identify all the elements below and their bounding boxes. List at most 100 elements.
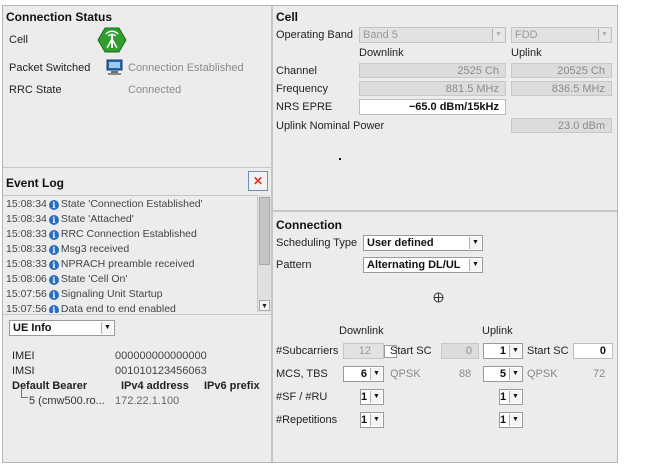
log-entry: 15:07:56 i Signaling Unit Startup (6, 288, 163, 300)
frequency-label: Frequency (276, 83, 328, 95)
antenna-tower-icon (97, 27, 127, 53)
chevron-down-icon: ▼ (598, 29, 610, 41)
operating-band-value: Band 5 (363, 29, 398, 41)
event-log-scrollbar[interactable]: ▼ (257, 195, 271, 312)
pattern-label: Pattern (276, 259, 312, 271)
imsi-value: 001010123456063 (115, 365, 207, 377)
duplex-mode-select[interactable]: FDD ▼ (511, 27, 612, 43)
cell-uplink-header: Uplink (511, 47, 542, 59)
cell-title: Cell (276, 10, 299, 24)
frequency-uplink-field: 836.5 MHz (511, 81, 612, 96)
channel-downlink-field: 2525 Ch (359, 63, 506, 78)
ue-info-select-value: UE Info (13, 322, 52, 334)
scheduling-type-label: Scheduling Type (276, 237, 358, 249)
channel-uplink-field: 20525 Ch (511, 63, 612, 78)
chevron-down-icon: ▼ (492, 29, 504, 41)
ipv6-prefix-header: IPv6 prefix (204, 380, 260, 392)
cursor-dot (339, 158, 341, 160)
channel-label: Channel (276, 65, 317, 77)
chevron-down-icon[interactable]: ▼ (509, 345, 521, 357)
imsi-label: IMSI (12, 365, 35, 377)
chevron-down-icon[interactable]: ▼ (370, 391, 382, 403)
operating-band-select[interactable]: Band 5 ▼ (359, 27, 506, 43)
close-button[interactable]: ✕ (248, 171, 268, 191)
log-entry: 15:08:34 i State 'Attached' (6, 213, 134, 225)
uplink-nominal-power-label: Uplink Nominal Power (276, 120, 385, 132)
chevron-down-icon[interactable]: ▼ (509, 391, 521, 403)
repetitions-uplink-spin[interactable]: 1 ▼ (499, 412, 523, 428)
log-entry: 15:08:33 i NPRACH preamble received (6, 258, 195, 270)
cell-label: Cell (9, 34, 28, 46)
start-sc-downlink-field: 0 (441, 343, 479, 359)
subcarriers-label: #Subcarriers (276, 345, 339, 357)
chevron-down-icon[interactable]: ▼ (370, 368, 382, 380)
ru-uplink-spin[interactable]: 1 ▼ (499, 389, 523, 405)
sf-ru-label: #SF / #RU (276, 391, 328, 403)
scheduling-type-select[interactable]: User defined ▼ (363, 235, 483, 251)
connection-uplink-header: Uplink (482, 325, 513, 337)
uplink-nominal-power-field: 23.0 dBm (511, 118, 612, 133)
nrs-epre-field[interactable]: −65.0 dBm/15kHz (359, 99, 506, 115)
bearer-ipv4: 172.22.1.100 (115, 395, 180, 407)
repetitions-label: #Repetitions (276, 414, 338, 426)
info-icon: i (48, 305, 59, 313)
chevron-down-icon: ▼ (469, 237, 481, 249)
repetitions-downlink-spin[interactable]: 1 ▼ (360, 412, 384, 428)
tree-connector (21, 389, 28, 398)
info-icon: i (48, 200, 59, 210)
info-icon: i (48, 230, 59, 240)
connection-status-title: Connection Status (6, 10, 113, 24)
scrollbar-thumb[interactable] (259, 197, 270, 265)
chevron-down-icon[interactable]: ▼ (370, 414, 382, 426)
log-entry: 15:08:33 i RRC Connection Established (6, 228, 197, 240)
info-icon: i (48, 260, 59, 270)
chevron-down-icon[interactable]: ▼ (509, 414, 521, 426)
mcs-uplink-spin[interactable]: 5 ▼ (483, 366, 523, 382)
log-entry: 15:07:56 i Data end to end enabled (6, 303, 176, 313)
computer-icon (106, 59, 124, 76)
main-window: Connection Status Cell Packet Switched C… (2, 5, 618, 463)
nrs-epre-label: NRS EPRE (276, 101, 333, 113)
connection-panel: Connection Scheduling Type User defined … (273, 212, 617, 462)
start-sc-downlink-label: Start SC (390, 345, 432, 357)
imei-label: IMEI (12, 350, 35, 362)
ue-info-panel: UE Info ▼ IMEI 000000000000000 IMSI 0010… (3, 315, 271, 462)
chevron-down-icon[interactable]: ▼ (509, 368, 521, 380)
tbs-uplink: 72 (593, 368, 606, 380)
cell-panel: Cell Operating Band Band 5 ▼ FDD ▼ Downl… (273, 6, 617, 210)
move-cursor-icon (433, 292, 444, 303)
ue-info-select[interactable]: UE Info ▼ (9, 320, 115, 336)
frequency-downlink-field: 881.5 MHz (359, 81, 506, 96)
packet-switched-value: Connection Established (128, 62, 244, 74)
rrc-state-label: RRC State (9, 84, 62, 96)
mcs-downlink-spin[interactable]: 6 ▼ (343, 366, 384, 382)
sf-downlink-spin[interactable]: 1 ▼ (360, 389, 384, 405)
info-icon: i (48, 275, 59, 285)
modulation-downlink: QPSK (390, 368, 421, 380)
connection-downlink-header: Downlink (339, 325, 384, 337)
scroll-down-icon[interactable]: ▼ (259, 300, 270, 311)
log-entry: 15:08:06 i State 'Cell On' (6, 273, 128, 285)
chevron-down-icon: ▼ (101, 322, 113, 334)
start-sc-uplink-field[interactable]: 0 (573, 343, 613, 359)
log-entry: 15:08:33 i Msg3 received (6, 243, 130, 255)
connection-title: Connection (276, 218, 342, 232)
bearer-name[interactable]: 5 (cmw500.ro... (29, 395, 105, 407)
subcarriers-uplink-spin[interactable]: 1 ▼ (483, 343, 523, 359)
modulation-uplink: QPSK (527, 368, 558, 380)
info-icon: i (48, 290, 59, 300)
imei-value: 000000000000000 (115, 350, 207, 362)
pattern-select[interactable]: Alternating DL/UL ▼ (363, 257, 483, 273)
info-icon: i (48, 215, 59, 225)
log-entry: 15:08:34 i State 'Connection Established' (6, 198, 203, 210)
event-log-title: Event Log (6, 176, 65, 190)
connection-status-panel: Connection Status Cell Packet Switched C… (3, 6, 270, 167)
mcs-tbs-label: MCS, TBS (276, 368, 328, 380)
duplex-mode-value: FDD (515, 29, 538, 41)
operating-band-label: Operating Band (276, 29, 354, 41)
tbs-downlink: 88 (459, 368, 472, 380)
rrc-state-value: Connected (128, 84, 182, 96)
event-log-list[interactable]: 15:08:34 i State 'Connection Established' … (3, 195, 257, 313)
pattern-value: Alternating DL/UL (367, 259, 461, 271)
info-icon: i (48, 245, 59, 255)
